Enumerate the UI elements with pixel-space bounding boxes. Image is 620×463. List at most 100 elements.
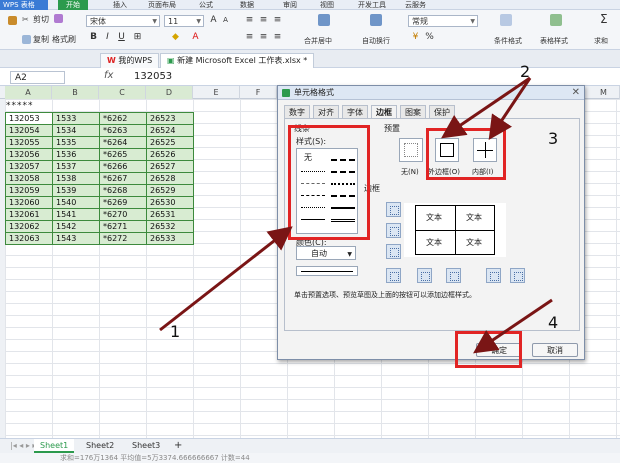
table-cell[interactable]: 1541 [52,208,100,221]
cancel-button[interactable]: 取消 [532,343,578,357]
border-right-button[interactable] [486,268,501,283]
ok-button[interactable]: 确定 [476,343,522,357]
table-cell[interactable]: 132059 [5,184,53,197]
tab-alignment[interactable]: 对齐 [313,105,339,119]
preset-inside-button[interactable] [473,138,497,162]
column-header-f[interactable]: F [240,86,277,99]
line-style-hair[interactable] [301,183,325,184]
table-cell[interactable]: 132054 [5,124,53,137]
line-style-slant[interactable] [331,195,355,197]
table-cell[interactable]: 132056 [5,148,53,161]
table-cell[interactable]: 1534 [52,124,100,137]
table-cell[interactable]: 1535 [52,136,100,149]
line-style-medium-dash-dot-dot[interactable] [331,183,355,185]
border-inside-horizontal-button[interactable] [386,223,401,238]
table-cell[interactable]: 26525 [146,136,194,149]
auto-wrap-button[interactable]: 自动换行 [362,36,390,46]
border-inside-vertical-button[interactable] [446,268,461,283]
table-cell[interactable]: 132060 [5,196,53,209]
border-diagonal-up-button[interactable] [386,268,401,283]
underline-button[interactable]: U [116,32,127,43]
wrap-icon-button[interactable] [370,14,384,26]
close-icon[interactable]: ✕ [572,86,580,100]
shrink-font-button[interactable]: A [220,15,231,26]
sheet-tab-3[interactable]: Sheet3 [126,439,166,453]
line-style-thin[interactable] [301,219,325,220]
menu-developer[interactable]: 开发工具 [358,0,386,10]
menu-data[interactable]: 数据 [240,0,254,10]
line-style-double[interactable] [331,219,355,222]
table-cell[interactable]: 132058 [5,172,53,185]
table-cell[interactable]: 1543 [52,232,100,245]
app-logo[interactable]: WPS 表格 [0,0,48,10]
table-cell[interactable]: 26530 [146,196,194,209]
cell-a1[interactable]: ***** [6,101,34,111]
fx-icon[interactable]: fx [104,70,113,81]
italic-button[interactable]: I [102,32,113,43]
tab-protection[interactable]: 保护 [429,105,455,119]
line-style-medium-dash-dot[interactable] [331,171,355,173]
merge-center-button[interactable]: 合并居中 [304,36,332,46]
table-cell[interactable]: 1540 [52,196,100,209]
line-style-list[interactable]: 无 [296,148,358,234]
menu-cloud[interactable]: 云服务 [405,0,426,10]
font-name-select[interactable]: 宋体 [86,15,160,27]
percent-button[interactable]: % [424,32,435,43]
table-cell[interactable]: *6271 [99,220,147,233]
tab-pattern[interactable]: 图案 [400,105,426,119]
cut-button[interactable]: ✂ 剪切 [22,14,49,25]
menu-home[interactable]: 开始 [58,0,88,10]
table-cell[interactable]: 132055 [5,136,53,149]
fill-color-button[interactable]: ◆ [170,32,181,43]
table-cell[interactable]: 132062 [5,220,53,233]
table-cell[interactable]: *6268 [99,184,147,197]
copy-button[interactable]: 复制 [22,34,49,45]
border-diagonal-down-button[interactable] [510,268,525,283]
column-header-d[interactable]: D [146,86,193,99]
table-cell[interactable]: 26527 [146,160,194,173]
grow-font-button[interactable]: A [208,15,219,26]
table-cell[interactable]: 1538 [52,172,100,185]
selected-data-range[interactable]: 132053 1533 *6262 26523 132054 1534 *6263 26524… [5,112,194,245]
table-cell[interactable]: 132053 [5,112,53,125]
table-cell[interactable]: 26523 [146,112,194,125]
sum-button[interactable]: 求和 [594,36,608,46]
table-cell[interactable]: 26529 [146,184,194,197]
align-middle-button[interactable]: ≡ [258,15,269,26]
tab-border[interactable]: 边框 [371,105,397,119]
font-size-select[interactable]: 11 [164,15,204,27]
font-color-button[interactable]: A [190,32,201,43]
table-cell[interactable]: 132063 [5,232,53,245]
table-cell[interactable]: *6267 [99,172,147,185]
tab-font[interactable]: 字体 [342,105,368,119]
table-style-icon-button[interactable] [550,14,564,26]
add-sheet-icon[interactable]: + [168,439,188,453]
column-header-a[interactable]: A [5,86,52,99]
table-cell[interactable]: *6263 [99,124,147,137]
table-cell[interactable]: 1536 [52,148,100,161]
format-painter-icon-button[interactable] [54,14,65,23]
currency-button[interactable]: ¥ [410,32,421,43]
align-bottom-button[interactable]: ≡ [272,15,283,26]
tab-my-wps[interactable]: W 我的WPS [100,53,160,68]
table-cell[interactable]: 132061 [5,208,53,221]
column-header-b[interactable]: B [52,86,99,99]
border-left-button[interactable] [417,268,432,283]
menu-insert[interactable]: 插入 [113,0,127,10]
column-header-e[interactable]: E [193,86,240,99]
table-cell[interactable]: 132057 [5,160,53,173]
formula-input[interactable]: 132053 [134,71,172,82]
table-cell[interactable]: *6264 [99,136,147,149]
format-painter-button[interactable]: 格式刷 [52,34,76,45]
align-left-button[interactable]: ≡ [244,32,255,43]
paste-button[interactable] [8,16,19,25]
merge-icon-button[interactable] [318,14,332,26]
preset-none-button[interactable] [399,138,423,162]
name-box[interactable]: A2 [10,71,65,84]
preset-outline-button[interactable] [435,138,459,162]
align-right-button[interactable]: ≡ [272,32,283,43]
sheet-tab-2[interactable]: Sheet2 [80,439,120,453]
line-style-dotted[interactable] [301,171,325,172]
sum-icon[interactable]: Σ [600,12,608,26]
bold-button[interactable]: B [88,32,99,43]
